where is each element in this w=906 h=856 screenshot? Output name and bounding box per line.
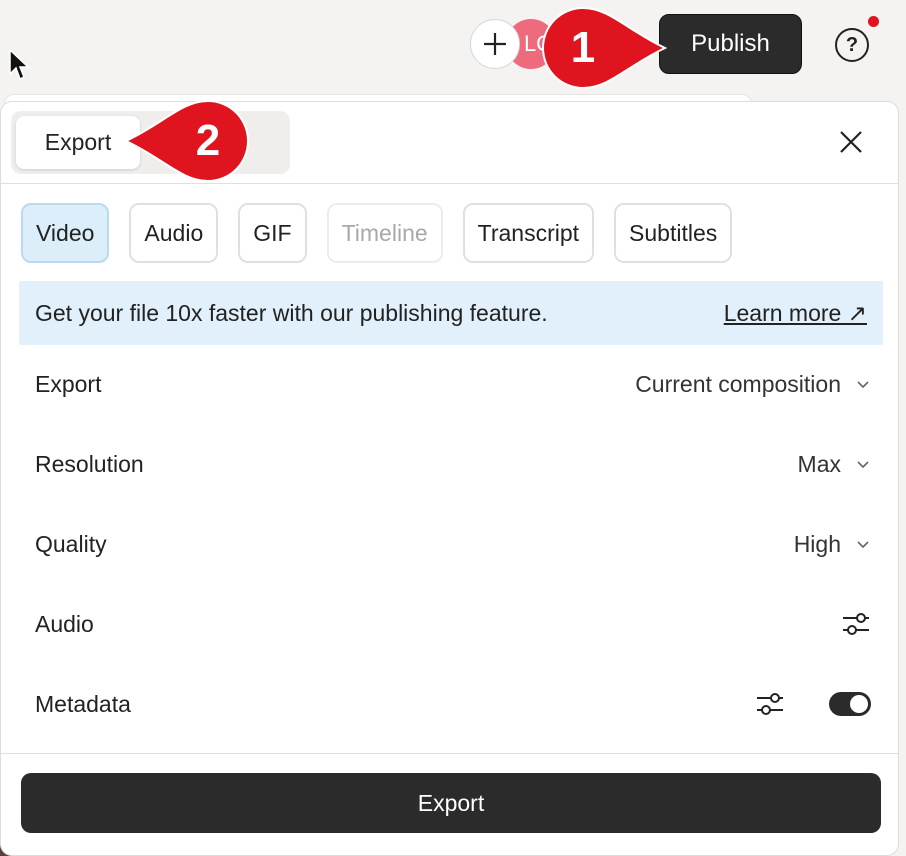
banner-text: Get your file 10x faster with our publis…: [35, 299, 548, 326]
setting-export[interactable]: Export Current composition: [35, 364, 871, 404]
format-chips: Video Audio GIF Timeline Transcript Subt…: [21, 203, 733, 263]
setting-quality-label: Quality: [35, 530, 107, 557]
setting-export-label: Export: [35, 370, 102, 397]
plus-icon: [484, 33, 506, 55]
chip-transcript[interactable]: Transcript: [462, 203, 595, 263]
help-glyph: ?: [845, 33, 859, 56]
callout-2: 2: [123, 99, 252, 183]
setting-audio: Audio: [35, 604, 871, 644]
setting-resolution-label: Resolution: [35, 450, 144, 477]
resolution-dropdown-value: Max: [797, 450, 841, 477]
tab-export[interactable]: Export: [16, 116, 140, 169]
setting-quality[interactable]: Quality High: [35, 524, 871, 564]
close-icon[interactable]: [835, 126, 867, 158]
callout-2-number: 2: [195, 116, 221, 165]
callout-1: 1: [539, 6, 669, 90]
sliders-icon[interactable]: [755, 689, 785, 719]
chip-timeline[interactable]: Timeline: [326, 203, 443, 263]
chevron-down-icon: [857, 381, 869, 389]
notification-dot: [868, 16, 879, 27]
export-button[interactable]: Export: [21, 773, 881, 833]
chip-subtitles[interactable]: Subtitles: [614, 203, 733, 263]
add-button[interactable]: [470, 19, 520, 69]
toggle-knob: [850, 695, 868, 713]
export-dropdown-value: Current composition: [635, 370, 841, 397]
sliders-icon[interactable]: [841, 609, 871, 639]
metadata-toggle[interactable]: [829, 692, 871, 716]
export-panel: Export n Video Audio GIF Timeline Transc…: [0, 101, 899, 856]
panel-footer: Export: [1, 753, 898, 855]
publishing-banner: Get your file 10x faster with our publis…: [19, 281, 883, 345]
export-dropdown[interactable]: Current composition: [635, 371, 871, 398]
metadata-controls: [755, 689, 871, 719]
chip-gif[interactable]: GIF: [238, 203, 307, 263]
callout-1-number: 1: [570, 23, 596, 72]
mouse-cursor-icon: [9, 48, 30, 81]
learn-more-link[interactable]: Learn more ↗: [724, 300, 867, 327]
setting-metadata: Metadata: [35, 684, 871, 724]
setting-metadata-label: Metadata: [35, 690, 131, 717]
setting-resolution[interactable]: Resolution Max: [35, 444, 871, 484]
quality-dropdown[interactable]: High: [794, 531, 871, 558]
chevron-down-icon: [857, 541, 869, 549]
resolution-dropdown[interactable]: Max: [798, 451, 871, 478]
setting-audio-label: Audio: [35, 610, 94, 637]
quality-dropdown-value: High: [793, 530, 841, 557]
chip-audio[interactable]: Audio: [129, 203, 219, 263]
publish-button[interactable]: Publish: [659, 14, 802, 74]
help-icon[interactable]: ?: [835, 28, 869, 62]
chevron-down-icon: [857, 461, 869, 469]
chip-video[interactable]: Video: [21, 203, 110, 263]
